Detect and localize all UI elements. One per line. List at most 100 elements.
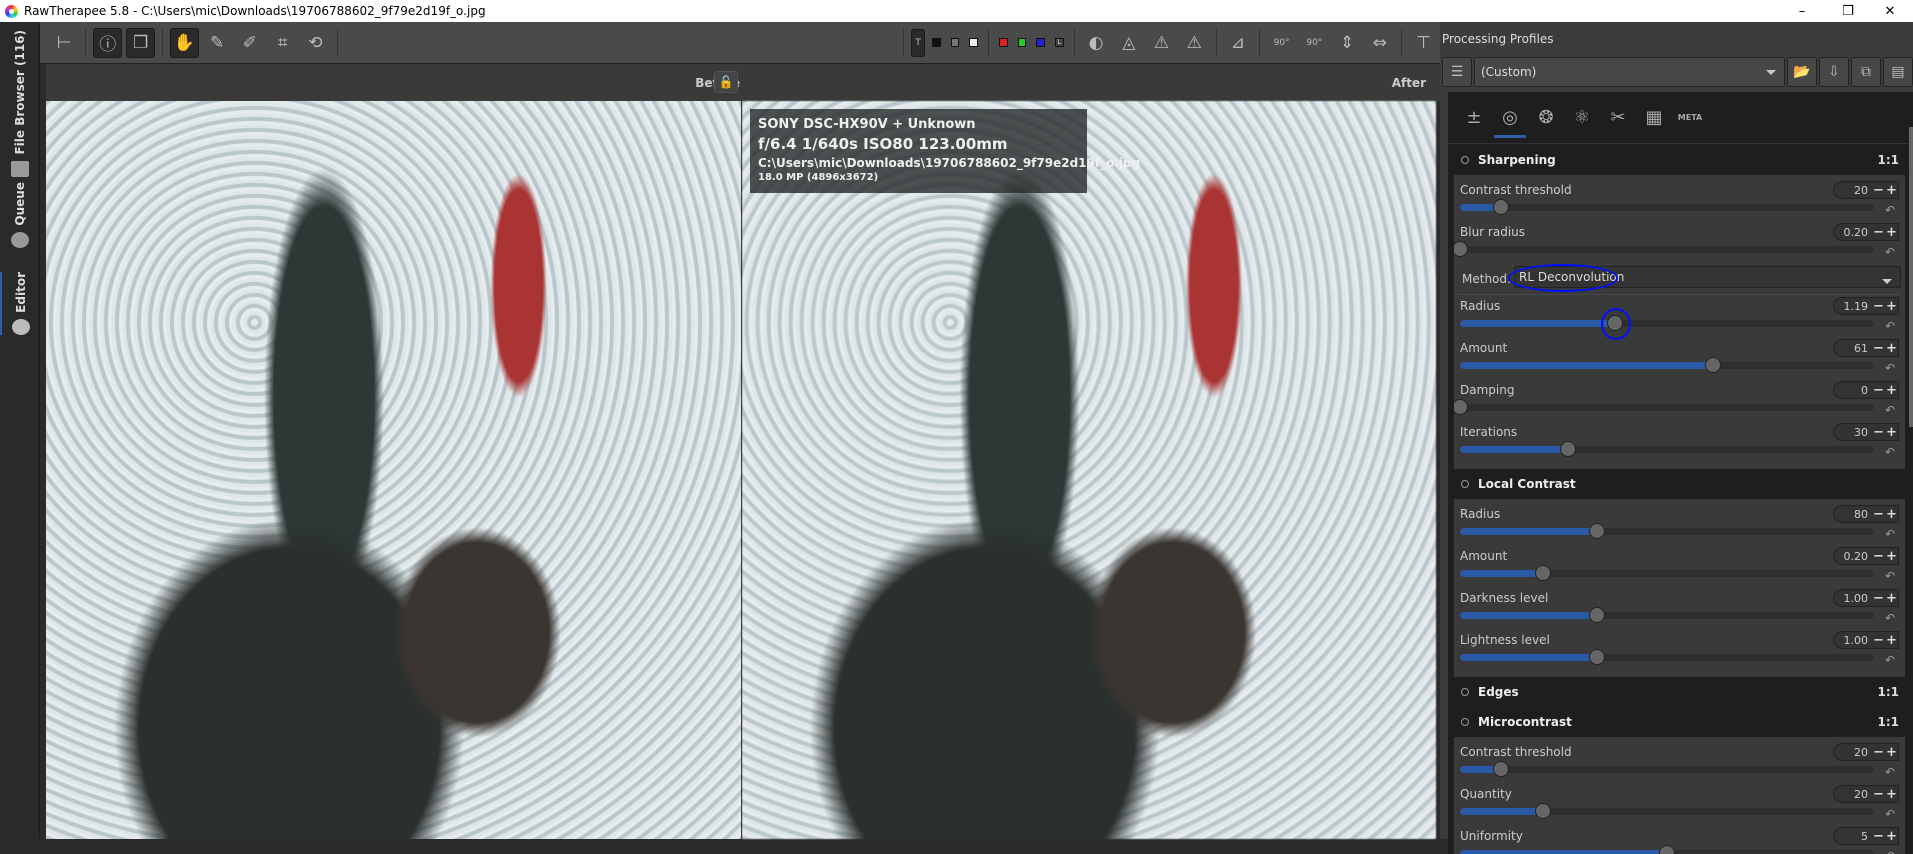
slider-thumb[interactable] [1559,441,1576,457]
plus-button[interactable]: + [1885,383,1898,398]
shadow-clipping-warning-icon[interactable]: ⚠ [1180,28,1209,58]
minimize-button[interactable]: – [1779,0,1825,22]
minus-button[interactable]: − [1872,745,1885,760]
value-field[interactable]: 20 [1854,788,1868,801]
reset-icon[interactable]: ↶ [1885,611,1895,625]
bg-grey-button[interactable] [950,38,960,47]
slider-track[interactable] [1460,761,1874,777]
reset-icon[interactable]: ↶ [1885,569,1895,583]
false-color-icon[interactable]: ⊿ [1224,28,1253,58]
focus-mask-icon[interactable]: ◐ [1082,28,1111,58]
slider-thumb[interactable] [1704,357,1721,373]
highlight-clipping-warning-icon[interactable]: ⚠ [1147,28,1176,58]
section-header-local-contrast[interactable]: Local Contrast [1454,469,1905,499]
minus-button[interactable]: − [1872,383,1885,398]
profile-select[interactable]: (Custom) [1474,57,1785,87]
reset-icon[interactable]: ↶ [1885,403,1895,417]
minus-button[interactable]: − [1872,787,1885,802]
minus-button[interactable]: − [1872,425,1885,440]
slider-track[interactable] [1460,845,1874,854]
hide-history-icon[interactable]: ⊢ [50,28,79,58]
value-spinner[interactable]: 0.20− + [1833,223,1899,241]
slider-thumb[interactable] [1659,845,1675,854]
color-picker-icon[interactable]: ✎ [203,28,232,58]
reset-icon[interactable]: ↶ [1885,445,1895,459]
value-spinner[interactable]: 5− + [1833,827,1899,845]
minus-button[interactable]: − [1872,225,1885,240]
lock-icon[interactable]: 🔓 [714,71,738,93]
preview-mode-button[interactable]: T [911,28,925,57]
reset-icon[interactable]: ↶ [1885,245,1895,259]
value-field[interactable]: 80 [1854,508,1868,521]
plus-button[interactable]: + [1885,829,1898,844]
slider-thumb[interactable] [1493,199,1510,215]
crop-icon[interactable]: ⌗ [268,28,297,58]
toggle-panel-icon[interactable]: ⊤ [1409,28,1438,58]
before-image[interactable] [46,101,741,839]
value-spinner[interactable]: 0− + [1833,381,1899,399]
value-spinner[interactable]: 1.19− + [1833,297,1899,315]
minus-button[interactable]: − [1872,341,1885,356]
slider-thumb[interactable] [1588,607,1605,623]
slider-track[interactable] [1460,523,1874,539]
minus-button[interactable]: − [1872,591,1885,606]
value-field[interactable]: 1.19 [1844,300,1869,313]
save-icon[interactable]: ⇩ [1819,57,1849,87]
copy-icon[interactable]: ⧉ [1851,57,1881,87]
value-field[interactable]: 1.00 [1844,634,1869,647]
slider-thumb[interactable] [1588,649,1605,665]
enable-toggle-icon[interactable] [1461,480,1469,488]
channel-blue-button[interactable] [1036,38,1045,47]
reset-icon[interactable]: ↶ [1885,849,1895,854]
slider-thumb[interactable] [1454,241,1468,257]
color-tab-icon[interactable]: ❂ [1533,106,1559,130]
value-field[interactable]: 0.20 [1844,550,1869,563]
value-field[interactable]: 1.00 [1844,592,1869,605]
minus-button[interactable]: − [1872,829,1885,844]
plus-button[interactable]: + [1885,549,1898,564]
plus-button[interactable]: + [1885,591,1898,606]
value-spinner[interactable]: 61− + [1833,339,1899,357]
tab-queue[interactable]: Queue [0,182,40,248]
slider-track[interactable] [1460,649,1874,665]
slider-track[interactable] [1460,357,1874,373]
slider-thumb[interactable] [1534,803,1551,819]
maximize-button[interactable]: ❐ [1825,0,1871,22]
slider-thumb[interactable] [1534,565,1551,581]
channel-luminance-button[interactable]: L [1054,38,1064,47]
rotate-left-button[interactable]: 90° [1267,28,1296,58]
plus-button[interactable]: + [1885,225,1898,240]
channel-red-button[interactable] [998,38,1008,47]
slider-track[interactable] [1460,803,1874,819]
profile-list-icon[interactable]: ☰ [1442,57,1472,87]
value-spinner[interactable]: 20− + [1833,785,1899,803]
minus-button[interactable]: − [1872,549,1885,564]
slider-track[interactable] [1460,607,1874,623]
enable-toggle-icon[interactable] [1461,156,1469,164]
value-field[interactable]: 5 [1861,830,1868,843]
reset-icon[interactable]: ↶ [1885,807,1895,821]
tab-editor[interactable]: Editor [0,272,40,335]
value-field[interactable]: 20 [1854,184,1868,197]
value-spinner[interactable]: 80− + [1833,505,1899,523]
plus-button[interactable]: + [1885,299,1898,314]
slider-thumb[interactable] [1454,399,1468,415]
white-balance-picker-icon[interactable]: ✐ [236,28,265,58]
raw-tab-icon[interactable]: ▦ [1641,106,1667,130]
reset-icon[interactable]: ↶ [1885,765,1895,779]
metadata-tab-icon[interactable]: META [1677,106,1703,130]
slider-track[interactable] [1460,308,1874,340]
straighten-icon[interactable]: ⟲ [301,28,330,58]
reset-icon[interactable]: ↶ [1885,361,1895,375]
minus-button[interactable]: − [1872,633,1885,648]
slider-track[interactable] [1454,399,1874,415]
before-after-icon[interactable]: ❐ [126,27,156,58]
minus-button[interactable]: − [1872,507,1885,522]
transform-tab-icon[interactable]: ✂ [1605,106,1631,130]
rotate-right-button[interactable]: 90° [1300,28,1329,58]
slider-track[interactable] [1460,565,1874,581]
value-spinner[interactable]: 1.00− + [1833,589,1899,607]
after-image[interactable] [742,101,1436,839]
reset-icon[interactable]: ↶ [1885,203,1895,217]
details-tab-icon[interactable]: ◎ [1494,106,1526,138]
